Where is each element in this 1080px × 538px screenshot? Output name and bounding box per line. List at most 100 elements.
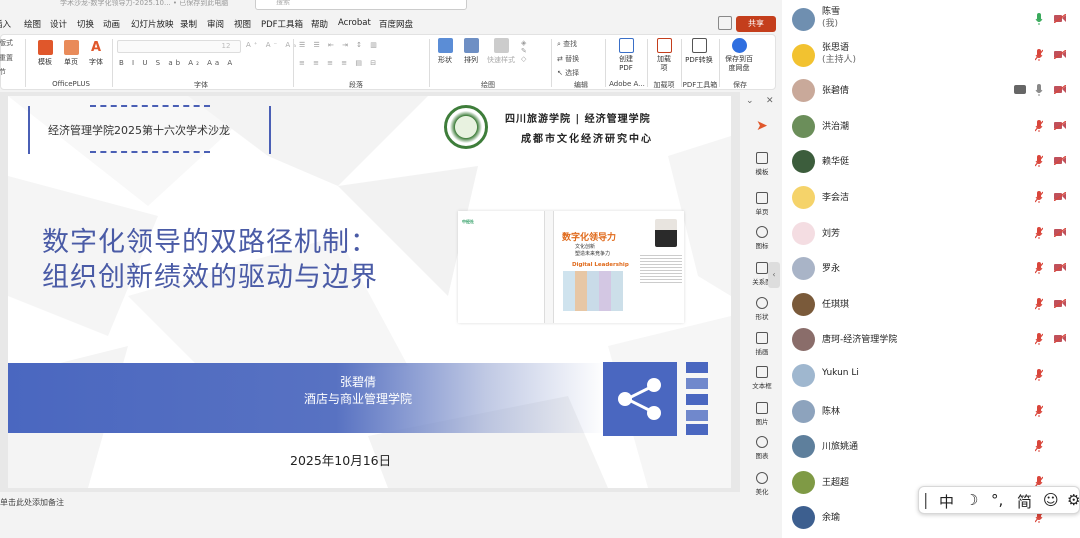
menu-transitions[interactable]: 切换	[77, 18, 94, 30]
participant-row[interactable]: 罗永	[784, 250, 1080, 286]
arrange-button[interactable]: 排列	[459, 38, 483, 65]
microphone-icon[interactable]	[1034, 404, 1044, 417]
settings-icon[interactable]: ⚙	[1067, 491, 1080, 509]
microphone-icon[interactable]	[1034, 155, 1044, 168]
reset-button[interactable]: 重置	[0, 53, 13, 63]
share-button[interactable]: 共享	[736, 16, 776, 32]
ime-punctuation[interactable]: °,	[991, 491, 1003, 509]
menu-animations[interactable]: 动画	[103, 18, 120, 30]
avatar	[792, 292, 815, 316]
save-baidu-button[interactable]: 保存到百度网盘	[722, 38, 756, 73]
microphone-icon[interactable]	[1034, 226, 1044, 239]
camera-off-icon[interactable]	[1053, 84, 1067, 95]
font-button[interactable]: A 字体	[84, 40, 108, 67]
microphone-icon[interactable]	[1034, 297, 1044, 310]
camera-off-icon[interactable]	[1053, 227, 1067, 238]
menu-insert[interactable]: 插入	[0, 18, 11, 30]
font-size-controls[interactable]: A⁺ A⁻ Aₐ	[246, 41, 299, 49]
section-button[interactable]: 节	[0, 67, 6, 77]
microphone-icon[interactable]	[1034, 440, 1044, 453]
emoji-icon[interactable]: ☺	[1043, 491, 1059, 509]
participant-row[interactable]: Yukun Li	[784, 357, 1080, 393]
single-page-button[interactable]: 单页	[59, 40, 83, 67]
camera-off-icon[interactable]	[1053, 298, 1067, 309]
menu-design[interactable]: 设计	[50, 18, 67, 30]
panel-icons[interactable]: 图标	[746, 226, 778, 250]
participant-row[interactable]: 唐珂-经济管理学院	[784, 321, 1080, 357]
panel-expand-handle[interactable]: ‹	[768, 262, 780, 288]
microphone-icon[interactable]	[1034, 369, 1044, 381]
collapse-icon[interactable]: ⌄	[746, 96, 754, 106]
moon-icon[interactable]: ☽	[965, 491, 978, 509]
camera-off-icon[interactable]	[1053, 333, 1067, 344]
menu-slideshow[interactable]: 幻灯片放映	[131, 18, 174, 30]
pdf-icon	[618, 38, 634, 53]
participant-row[interactable]: 川旅姚通	[784, 428, 1080, 464]
camera-off-icon[interactable]	[1053, 155, 1067, 166]
menu-draw[interactable]: 绘图	[24, 18, 41, 30]
participant-row[interactable]: 任琪琪	[784, 286, 1080, 322]
pdf-convert-button[interactable]: PDF转换	[685, 38, 713, 65]
list-controls[interactable]: ☰ ☰ ⇤ ⇥ ↕ ▥	[299, 41, 380, 49]
menu-baidu[interactable]: 百度网盘	[379, 18, 413, 30]
replace-button[interactable]: ⇄ 替换	[557, 54, 579, 64]
menu-acrobat[interactable]: Acrobat	[338, 18, 371, 28]
align-controls[interactable]: ≡ ≡ ≡ ≡ ▤ ⊟	[299, 59, 379, 67]
menu-pdf-toolbox[interactable]: PDF工具箱	[261, 18, 303, 30]
camera-off-icon[interactable]	[1053, 191, 1067, 202]
menu-help[interactable]: 帮助	[311, 18, 328, 30]
participant-row[interactable]: 陈林	[784, 393, 1080, 429]
ime-drag-handle[interactable]: |	[923, 490, 928, 509]
panel-shapes[interactable]: 形状	[746, 297, 778, 321]
search-input[interactable]: 搜索	[255, 0, 467, 10]
camera-off-icon[interactable]	[1053, 13, 1067, 24]
font-format-controls[interactable]: B I U S ab A₂ Aa A	[119, 59, 235, 67]
participant-row[interactable]: 张碧倩	[784, 72, 1080, 108]
adobe-group-label: Adobe A...	[609, 80, 645, 88]
panel-template[interactable]: 模板	[746, 152, 778, 176]
panel-chart[interactable]: 图表	[746, 436, 778, 460]
microphone-icon[interactable]	[1034, 333, 1044, 346]
ime-mode[interactable]: 中	[939, 491, 954, 512]
microphone-icon[interactable]	[1035, 13, 1043, 25]
template-button[interactable]: 模板	[33, 40, 57, 67]
participant-row[interactable]: 陈雪 (我)	[784, 1, 1080, 37]
menu-record[interactable]: 录制	[180, 18, 197, 30]
microphone-icon[interactable]	[1034, 262, 1044, 275]
find-button[interactable]: ⌕ 查找	[557, 39, 577, 49]
notes-pane[interactable]: 单击此处添加备注	[0, 497, 64, 508]
comment-icon[interactable]	[718, 16, 732, 30]
participant-row[interactable]: 张思语 (主持人)	[784, 37, 1080, 73]
ime-script[interactable]: 简	[1017, 491, 1032, 512]
camera-off-icon[interactable]	[1053, 120, 1067, 131]
camera-off-icon[interactable]	[1053, 49, 1067, 60]
slide[interactable]: 经济管理学院2025第十六次学术沙龙 四川旅游学院 | 经济管理学院 成都市文化…	[8, 96, 731, 488]
close-icon[interactable]: ✕	[766, 96, 774, 106]
shape-fill-controls[interactable]: ◈ ✎ ◇	[521, 39, 530, 63]
microphone-icon[interactable]	[1035, 84, 1043, 97]
participant-row[interactable]: 赖华侹	[784, 143, 1080, 179]
create-pdf-button[interactable]: 创建PDF	[611, 38, 641, 73]
panel-textbox[interactable]: 文本框	[746, 366, 778, 390]
layout-button[interactable]: 版式	[0, 38, 13, 48]
quick-styles-button[interactable]: 快速样式	[485, 38, 517, 65]
panel-image[interactable]: 图片	[746, 402, 778, 426]
participant-row[interactable]: 洪治潮	[784, 108, 1080, 144]
microphone-icon[interactable]	[1034, 191, 1044, 203]
shapes-button[interactable]: 形状	[433, 38, 457, 65]
camera-off-icon[interactable]	[1053, 262, 1067, 273]
participant-row[interactable]: 李会洁	[784, 179, 1080, 215]
menu-review[interactable]: 审阅	[207, 18, 224, 30]
avatar	[792, 506, 815, 530]
book-english-title: Digital Leadership	[572, 262, 629, 268]
addins-button[interactable]: 加载项	[651, 38, 677, 73]
panel-beautify[interactable]: 美化	[746, 472, 778, 496]
menu-view[interactable]: 视图	[234, 18, 251, 30]
microphone-icon[interactable]	[1034, 48, 1044, 61]
participant-row[interactable]: 刘芳	[784, 215, 1080, 251]
microphone-icon[interactable]	[1034, 119, 1044, 132]
panel-single-page[interactable]: 单页	[746, 192, 778, 216]
select-button[interactable]: ↖ 选择	[557, 68, 579, 78]
panel-illustration[interactable]: 插画	[746, 332, 778, 356]
font-size-select[interactable]: 12	[211, 40, 241, 53]
